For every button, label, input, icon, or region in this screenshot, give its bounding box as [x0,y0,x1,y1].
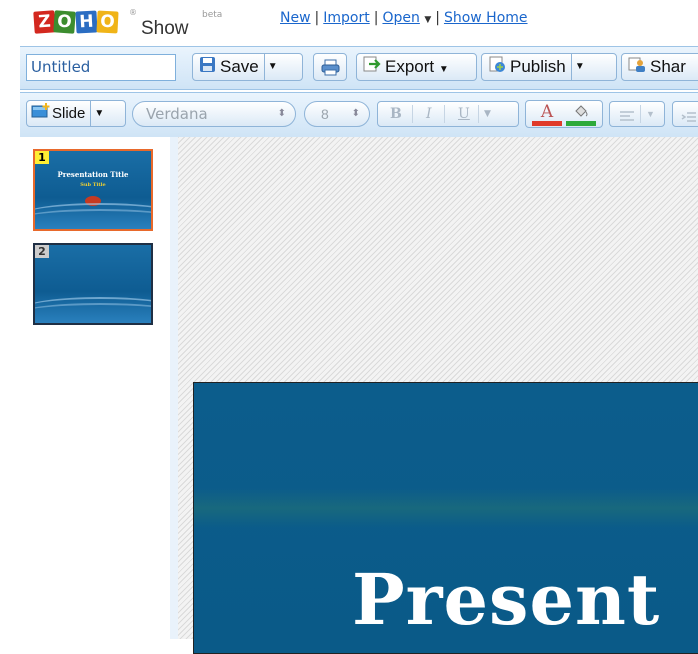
new-slide-icon [31,102,51,127]
font-family-value: Verdana [146,105,208,123]
slide-number: 2 [35,245,49,258]
indent-button[interactable] [672,101,698,127]
separator: | [314,10,320,26]
presentation-title-input[interactable]: Untitled [26,54,176,81]
slide-background-glow [194,488,698,528]
export-button[interactable]: Export ▼ [356,53,477,81]
publish-label: Publish [510,57,566,76]
separator: | [435,10,440,26]
share-icon [628,55,646,81]
chevron-down-icon[interactable]: ▼ [646,102,655,126]
registered-mark: ® [129,8,137,17]
select-arrows-icon: ⬍ [351,108,360,119]
open-link[interactable]: Open [382,10,419,26]
slide-title-text[interactable]: Present [352,558,660,641]
wave-decoration [35,209,151,229]
export-label: Export [385,57,435,76]
logo-word: Show [141,18,189,39]
share-button[interactable]: Shar [621,53,698,81]
fill-color-swatch [566,121,596,126]
color-group: A [525,100,603,128]
top-bar: Z O H O ® Show beta New | Import | Open ▼ | Sh… [0,0,698,44]
current-slide[interactable]: Present [193,382,698,654]
slide-canvas-area: Present [178,137,698,654]
underline-button[interactable]: U [458,102,470,126]
main-toolbar: Untitled Save ▼ Export ▼ Publish ▼ Shar [20,46,698,90]
export-icon [363,55,381,81]
separator: | [373,10,379,26]
chevron-down-icon[interactable]: ▼ [570,54,588,80]
logo-letter: O [53,10,76,34]
wave-decoration [35,303,151,323]
top-links: New | Import | Open ▼ | Show Home [280,10,528,26]
font-size-value: 8 [321,106,329,122]
slide-thumbnail[interactable]: 1 Presentation Title Sub Title [33,149,153,231]
beta-label: beta [202,10,223,20]
separator [444,105,445,123]
save-label: Save [220,57,259,76]
save-button[interactable]: Save ▼ [192,53,303,81]
slide-label: Slide [52,105,86,122]
font-size-select[interactable]: 8 ⬍ [304,101,370,127]
publish-icon [488,55,506,81]
slide-thumbnail-panel: 1 Presentation Title Sub Title 2 [20,137,171,639]
align-left-icon [619,107,635,131]
import-link[interactable]: Import [323,10,369,26]
new-link[interactable]: New [280,10,311,26]
thumbnail-subtitle: Sub Title [80,182,106,188]
slide-number: 1 [35,151,49,164]
publish-button[interactable]: Publish ▼ [481,53,617,81]
select-arrows-icon: ⬍ [277,108,286,119]
new-slide-button[interactable]: Slide ▼ [26,100,126,127]
fill-color-button[interactable] [566,101,596,127]
italic-button[interactable]: I [426,102,432,126]
chevron-down-icon[interactable]: ▼ [439,64,449,75]
share-label: Shar [650,57,686,76]
slide-thumbnail[interactable]: 2 [33,243,153,325]
separator [412,105,413,123]
font-color-swatch [532,121,562,126]
text-style-group: B I U ▼ [377,101,519,127]
show-home-link[interactable]: Show Home [444,10,528,26]
chevron-down-icon[interactable]: ▼ [484,102,491,126]
align-button[interactable]: ▼ [609,101,665,127]
separator [640,105,641,123]
save-icon [199,55,216,81]
separator [478,105,479,123]
logo-letter: H [75,10,98,34]
thumbnail-title: Presentation Title [57,170,129,179]
chevron-down-icon[interactable]: ▼ [424,15,431,25]
font-color-label: A [540,102,554,122]
logo-letter: O [96,10,119,34]
font-color-button[interactable]: A [532,101,562,127]
bold-button[interactable]: B [390,102,402,126]
chevron-down-icon[interactable]: ▼ [263,54,281,80]
font-family-select[interactable]: Verdana ⬍ [132,101,296,127]
print-button[interactable] [313,53,347,81]
chevron-down-icon[interactable]: ▼ [90,101,107,126]
format-toolbar: Slide ▼ Verdana ⬍ 8 ⬍ B I U ▼ A ▼ [20,92,698,138]
printer-icon [321,57,340,76]
indent-icon [681,107,697,133]
